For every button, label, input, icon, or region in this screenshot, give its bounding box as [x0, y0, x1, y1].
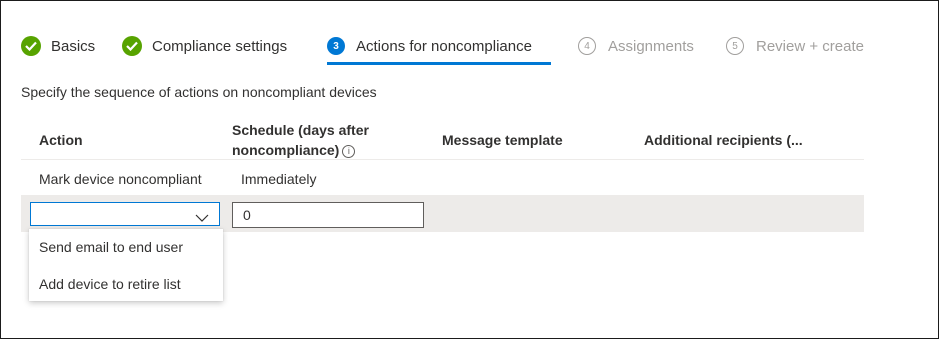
step-actions-for-noncompliance[interactable]: 3 Actions for noncompliance [327, 34, 532, 58]
step-label: Basics [51, 37, 96, 55]
column-header-additional-recipients: Additional recipients (... [644, 132, 803, 148]
schedule-header-line1: Schedule (days after [232, 122, 369, 138]
action-select[interactable] [30, 202, 220, 226]
column-header-action: Action [39, 132, 83, 148]
table-row-action: Mark device noncompliant [39, 171, 202, 187]
step-number-icon: 3 [327, 37, 345, 55]
wizard-panel: Basics Compliance settings 3 Actions for… [0, 0, 939, 339]
dropdown-option-send-email[interactable]: Send email to end user [39, 239, 183, 255]
action-dropdown-list: Send email to end user Add device to ret… [29, 229, 223, 301]
step-compliance-settings[interactable]: Compliance settings [122, 34, 287, 58]
chevron-down-icon [195, 209, 209, 227]
section-description: Specify the sequence of actions on nonco… [21, 84, 377, 100]
dropdown-option-retire-list[interactable]: Add device to retire list [39, 276, 181, 292]
step-number-icon: 4 [578, 37, 596, 55]
schedule-header-text: noncompliance) [232, 142, 340, 158]
checkmark-circle-icon [21, 36, 41, 56]
step-label: Review + create [756, 37, 864, 55]
step-label: Actions for noncompliance [356, 37, 532, 55]
step-label: Compliance settings [152, 37, 288, 55]
checkmark-circle-icon [122, 36, 142, 56]
step-assignments[interactable]: 4 Assignments [578, 34, 694, 58]
column-header-message-template: Message template [442, 132, 563, 148]
info-icon[interactable]: i [342, 145, 356, 158]
schedule-days-input[interactable] [232, 202, 424, 228]
step-label: Assignments [608, 37, 694, 55]
table-row-schedule: Immediately [241, 171, 317, 187]
step-review-create[interactable]: 5 Review + create [726, 34, 864, 58]
table-divider [21, 159, 864, 160]
step-basics[interactable]: Basics [21, 34, 95, 58]
schedule-header-line2: noncompliance) i [232, 140, 369, 160]
active-step-indicator [327, 62, 551, 65]
column-header-schedule: Schedule (days after noncompliance) i [232, 120, 369, 160]
step-number-icon: 5 [726, 37, 744, 55]
